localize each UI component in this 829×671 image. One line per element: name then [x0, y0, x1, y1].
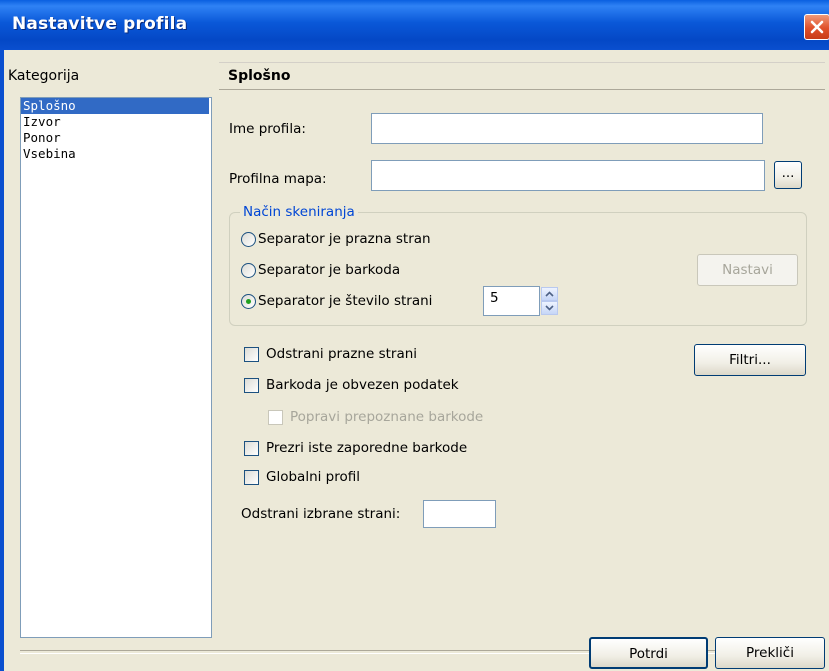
window-border — [0, 50, 4, 671]
remove-pages-label: Odstrani izbrane strani: — [241, 506, 401, 522]
chevron-down-icon — [545, 305, 554, 311]
browse-folder-button[interactable]: ... — [774, 161, 802, 189]
title-bar: Nastavitve profila — [0, 0, 829, 50]
category-item-sink[interactable]: Ponor — [21, 130, 209, 146]
configure-button[interactable]: Nastavi — [697, 254, 798, 286]
remove-pages-input[interactable] — [423, 500, 496, 528]
category-item-source[interactable]: Izvor — [21, 114, 209, 130]
checkbox-barcode-required[interactable] — [244, 378, 259, 393]
profile-name-label: Ime profila: — [229, 121, 306, 137]
radio-page-count[interactable] — [241, 294, 256, 309]
radio-barcode[interactable] — [241, 263, 256, 278]
checkbox-ignore-duplicates-label[interactable]: Prezri iste zaporedne barkode — [266, 440, 467, 456]
checkbox-global-profile-label[interactable]: Globalni profil — [266, 469, 360, 485]
page-count-field[interactable]: 5 — [483, 286, 540, 316]
panel-header: Splošno — [219, 62, 825, 90]
radio-page-count-label[interactable]: Separator je število strani — [258, 293, 432, 309]
window-title: Nastavitve profila — [12, 14, 188, 34]
confirm-button[interactable]: Potrdi — [589, 637, 708, 669]
category-item-general[interactable]: Splošno — [21, 98, 209, 114]
category-list[interactable]: Splošno Izvor Ponor Vsebina — [20, 97, 212, 638]
filters-button[interactable]: Filtri... — [694, 344, 806, 376]
radio-barcode-label[interactable]: Separator je barkoda — [258, 262, 400, 278]
category-label: Kategorija — [8, 68, 80, 84]
checkbox-ignore-duplicates[interactable] — [244, 441, 259, 456]
cancel-button[interactable]: Prekliči — [715, 637, 825, 669]
close-button[interactable] — [804, 14, 829, 40]
spin-down-button[interactable] — [541, 301, 558, 315]
scan-mode-title: Način skeniranja — [240, 204, 358, 220]
radio-blank-page[interactable] — [241, 232, 256, 247]
spin-up-button[interactable] — [541, 287, 558, 301]
category-item-content[interactable]: Vsebina — [21, 146, 209, 162]
chevron-up-icon — [545, 291, 554, 297]
page-count-spinner[interactable]: 5 — [483, 286, 563, 316]
checkbox-global-profile[interactable] — [244, 470, 259, 485]
checkbox-barcode-required-label[interactable]: Barkoda je obvezen podatek — [266, 377, 459, 393]
profile-folder-label: Profilna mapa: — [229, 171, 327, 187]
close-icon — [810, 20, 824, 34]
checkbox-fix-barcodes[interactable] — [268, 410, 283, 425]
profile-name-input[interactable] — [371, 113, 763, 144]
checkbox-fix-barcodes-label[interactable]: Popravi prepoznane barkode — [290, 409, 483, 425]
checkbox-remove-blank-label[interactable]: Odstrani prazne strani — [266, 346, 417, 362]
radio-selected-dot — [246, 299, 251, 304]
checkbox-remove-blank[interactable] — [244, 347, 259, 362]
radio-blank-page-label[interactable]: Separator je prazna stran — [258, 231, 431, 247]
profile-folder-input[interactable] — [371, 160, 765, 191]
